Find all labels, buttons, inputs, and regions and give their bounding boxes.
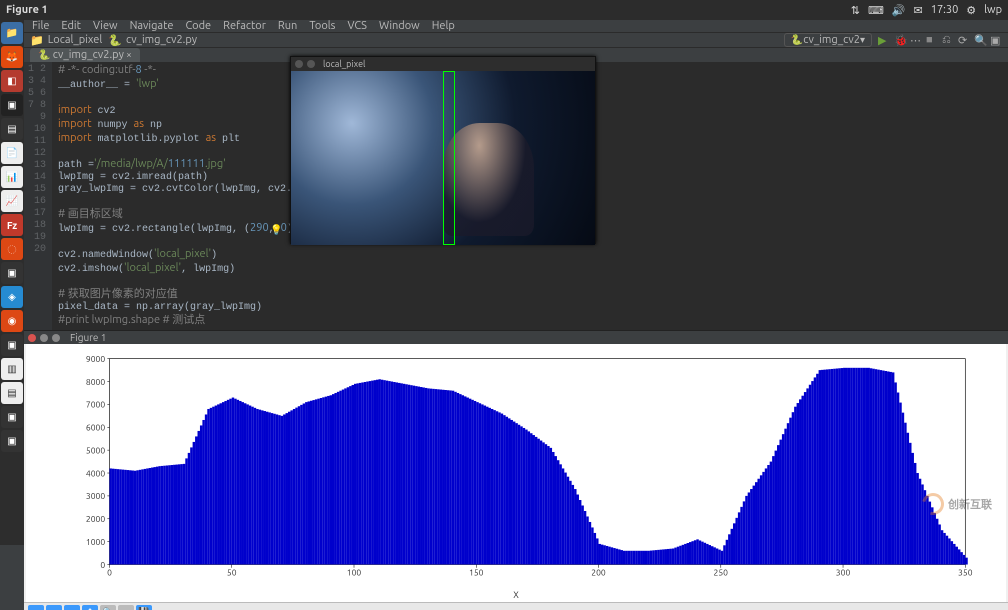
svg-text:250: 250 bbox=[714, 567, 729, 577]
clock-label[interactable]: 17:30 bbox=[931, 4, 959, 16]
svg-text:6000: 6000 bbox=[86, 422, 105, 432]
sync-icon[interactable]: ⟳ bbox=[958, 34, 970, 46]
menu-help[interactable]: Help bbox=[432, 20, 455, 32]
debug-icon[interactable]: 🐞 bbox=[894, 34, 906, 46]
chart-xlabel: X bbox=[26, 590, 1006, 602]
crumb-project[interactable]: 📁 Local_pixel bbox=[30, 34, 102, 47]
opencv-window[interactable]: local_pixel bbox=[290, 56, 596, 244]
run-menu-icon[interactable]: ⋯ bbox=[910, 34, 922, 46]
cv-min-icon[interactable] bbox=[307, 60, 315, 68]
crumb-file[interactable]: 🐍 cv_img_cv2.py bbox=[108, 34, 197, 47]
mpl-save-icon[interactable]: 💾 bbox=[136, 605, 152, 610]
vcs-icon[interactable]: ⎌ bbox=[942, 34, 954, 46]
tool-icon[interactable]: ▣ bbox=[990, 34, 1002, 46]
system-tray: ⇅ ⌨ 🔊 ✉ 17:30 ⚙ lwp bbox=[851, 4, 1002, 17]
figure-title: Figure 1 bbox=[70, 332, 106, 343]
system-top-panel: Figure 1 ⇅ ⌨ 🔊 ✉ 17:30 ⚙ lwp bbox=[0, 0, 1008, 20]
svg-text:3000: 3000 bbox=[86, 491, 105, 501]
figure-titlebar: Figure 1 bbox=[24, 330, 1008, 344]
intention-bulb-icon[interactable]: 💡 bbox=[270, 224, 282, 236]
network-icon[interactable]: ⇅ bbox=[851, 4, 860, 17]
launcher-app-c[interactable]: ▤ bbox=[1, 382, 23, 404]
menu-view[interactable]: View bbox=[93, 20, 118, 32]
mpl-home-icon[interactable]: ⌂ bbox=[28, 605, 44, 610]
mpl-pan-icon[interactable]: ✥ bbox=[82, 605, 98, 610]
cv-figure-silhouette bbox=[443, 123, 534, 236]
menu-window[interactable]: Window bbox=[379, 20, 420, 32]
menu-vcs[interactable]: VCS bbox=[347, 20, 367, 32]
cv-title: local_pixel bbox=[323, 59, 365, 69]
fig-close-icon[interactable] bbox=[28, 334, 36, 342]
mpl-config-icon[interactable]: ≡ bbox=[118, 605, 134, 610]
launcher-app-orange[interactable]: ◉ bbox=[1, 310, 23, 332]
launcher-office2[interactable]: 📊 bbox=[1, 166, 23, 188]
launcher-files[interactable]: 📁 bbox=[1, 22, 23, 44]
editor-tab-active[interactable]: 🐍 cv_img_cv2.py × bbox=[30, 48, 140, 62]
sound-icon[interactable]: 🔊 bbox=[892, 4, 906, 17]
svg-text:350: 350 bbox=[958, 567, 973, 577]
mpl-zoom-icon[interactable]: 🔍 bbox=[100, 605, 116, 610]
svg-text:7000: 7000 bbox=[86, 400, 105, 410]
svg-text:8000: 8000 bbox=[86, 377, 105, 387]
ide-navbar: 📁 Local_pixel 🐍 cv_img_cv2.py 🐍 cv_img_c… bbox=[24, 33, 1008, 48]
editor-gutter: 1 2 3 4 5 6 7 8 9 10 11 12 13 14 15 16 1… bbox=[24, 62, 52, 330]
unity-launcher: 📁 🦊 ◧ ▣ ▤ 📄 📊 📈 Fz ◌ ▣ ◈ ◉ ▣ ▥ ▤ ▣ ▣ bbox=[0, 20, 24, 545]
keyboard-icon[interactable]: ⌨ bbox=[868, 4, 884, 17]
menu-code[interactable]: Code bbox=[185, 20, 211, 32]
cv-roi-rectangle bbox=[443, 71, 455, 245]
menu-navigate[interactable]: Navigate bbox=[130, 20, 174, 32]
launcher-app-b[interactable]: ▥ bbox=[1, 358, 23, 380]
menu-refactor[interactable]: Refactor bbox=[223, 20, 266, 32]
settings-icon[interactable]: ⚙ bbox=[966, 4, 976, 17]
launcher-app-dark[interactable]: ▤ bbox=[1, 118, 23, 140]
mpl-forward-icon[interactable]: → bbox=[64, 605, 80, 610]
run-config-selector[interactable]: 🐍 cv_img_cv2 ▾ bbox=[784, 33, 872, 47]
svg-text:100: 100 bbox=[347, 567, 362, 577]
menu-file[interactable]: File bbox=[32, 20, 49, 32]
launcher-app-d[interactable]: ▣ bbox=[1, 406, 23, 428]
chart-plot-area[interactable]: 0 1000 2000 3000 4000 5000 6000 7000 8000 9000 0 50… bbox=[56, 350, 976, 588]
launcher-app-blue[interactable]: ◈ bbox=[1, 286, 23, 308]
figure-panel: Figure 1 pixel_sum 010002000300040005000… bbox=[24, 330, 1008, 610]
launcher-terminal[interactable]: ▣ bbox=[1, 94, 23, 116]
svg-text:200: 200 bbox=[591, 567, 606, 577]
cv-image-area bbox=[291, 71, 595, 245]
svg-text:2000: 2000 bbox=[86, 514, 105, 524]
svg-text:50: 50 bbox=[227, 567, 237, 577]
svg-text:1000: 1000 bbox=[86, 537, 105, 547]
launcher-app-red[interactable]: ◧ bbox=[1, 70, 23, 92]
launcher-app-a[interactable]: ▣ bbox=[1, 334, 23, 356]
run-icon[interactable]: ▶ bbox=[878, 34, 890, 46]
launcher-firefox[interactable]: 🦊 bbox=[1, 46, 23, 68]
ide-menubar: File Edit View Navigate Code Refactor Ru… bbox=[24, 20, 1008, 33]
search-icon[interactable]: 🔍 bbox=[974, 34, 986, 46]
menu-edit[interactable]: Edit bbox=[61, 20, 81, 32]
svg-text:0: 0 bbox=[107, 567, 112, 577]
svg-text:5000: 5000 bbox=[86, 445, 105, 455]
svg-text:9000: 9000 bbox=[86, 354, 105, 364]
user-label[interactable]: lwp bbox=[984, 4, 1002, 16]
launcher-filezilla[interactable]: Fz bbox=[1, 214, 23, 236]
mail-icon[interactable]: ✉ bbox=[914, 4, 923, 17]
mpl-toolbar: ⌂ ← → ✥ 🔍 ≡ 💾 bbox=[24, 602, 1008, 610]
svg-text:4000: 4000 bbox=[86, 468, 105, 478]
stop-icon[interactable]: ■ bbox=[926, 34, 938, 46]
cv-titlebar[interactable]: local_pixel bbox=[291, 57, 595, 71]
mpl-back-icon[interactable]: ← bbox=[46, 605, 62, 610]
fig-max-icon[interactable] bbox=[52, 334, 60, 342]
launcher-office1[interactable]: 📄 bbox=[1, 142, 23, 164]
launcher-ide[interactable]: ▣ bbox=[1, 262, 23, 284]
menu-run[interactable]: Run bbox=[278, 20, 297, 32]
menu-tools[interactable]: Tools bbox=[309, 20, 335, 32]
fig-min-icon[interactable] bbox=[40, 334, 48, 342]
launcher-office3[interactable]: 📈 bbox=[1, 190, 23, 212]
launcher-app-e[interactable]: ▣ bbox=[1, 430, 23, 452]
launcher-ubuntu[interactable]: ◌ bbox=[1, 238, 23, 260]
window-title: Figure 1 bbox=[6, 4, 48, 16]
cv-close-icon[interactable] bbox=[295, 60, 303, 68]
svg-text:300: 300 bbox=[836, 567, 851, 577]
svg-text:150: 150 bbox=[469, 567, 484, 577]
svg-text:0: 0 bbox=[100, 560, 105, 570]
